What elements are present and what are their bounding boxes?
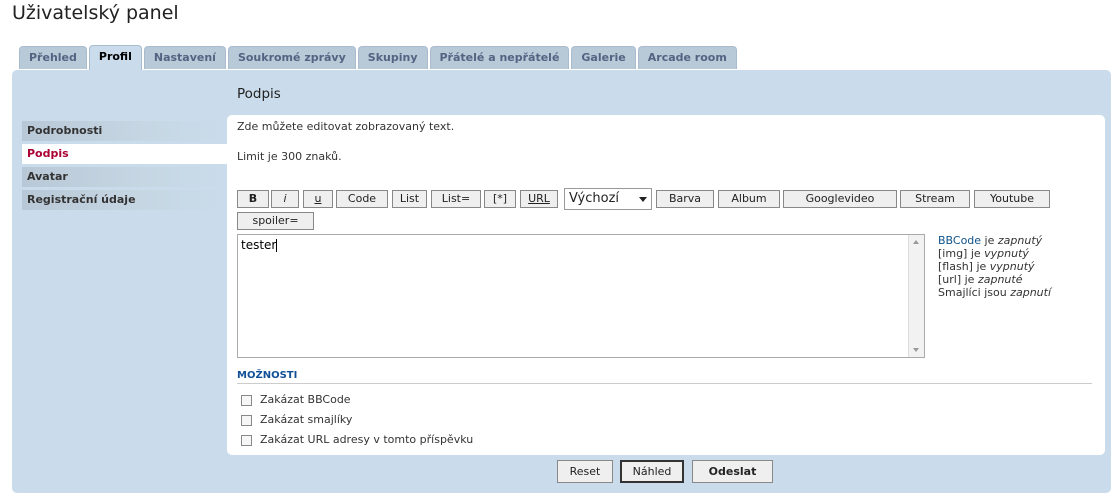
underline-button[interactable]: u (303, 190, 333, 208)
list-ordered-button[interactable]: List= (431, 190, 481, 208)
font-size-select[interactable]: Výchozí (564, 188, 652, 210)
tab-pratele[interactable]: Přátelé a nepřátelé (429, 46, 570, 69)
url-button[interactable]: URL (520, 190, 558, 208)
subnav-item-podpis[interactable]: Podpis (22, 144, 227, 164)
color-button[interactable]: Barva (656, 190, 714, 208)
checkbox[interactable] (241, 434, 252, 446)
content-box: Zde můžete editovat zobrazovaný text. Li… (227, 115, 1105, 455)
bold-button[interactable]: B (237, 190, 269, 208)
option-disable-bbcode[interactable]: Zakázat BBCode (241, 393, 351, 407)
list-button[interactable]: List (392, 190, 427, 208)
scroll-up-icon[interactable] (913, 240, 919, 244)
tab-skupiny[interactable]: Skupiny (357, 46, 428, 69)
subnav-item-avatar[interactable]: Avatar (22, 167, 227, 187)
chevron-down-icon (639, 197, 647, 202)
tab-prehled[interactable]: Přehled (19, 46, 87, 69)
scroll-down-icon[interactable] (913, 348, 919, 352)
album-button[interactable]: Album (718, 190, 780, 208)
code-button[interactable]: Code (336, 190, 388, 208)
checkbox[interactable] (241, 394, 252, 406)
subnav: Podrobnosti Podpis Avatar Registrační úd… (22, 121, 227, 213)
list-item-button[interactable]: [*] (484, 190, 516, 208)
divider (237, 383, 1092, 384)
stream-button[interactable]: Stream (900, 190, 970, 208)
section-title: Podpis (237, 86, 281, 102)
main-panel: Podpis Podrobnosti Podpis Avatar Registr… (12, 70, 1111, 493)
bbcode-status: BBCode je zapnutý [img] je vypnutý [flas… (938, 234, 1052, 299)
signature-text: tester (241, 238, 278, 252)
spoiler-button[interactable]: spoiler= (237, 212, 314, 230)
signature-textarea[interactable]: tester (237, 234, 925, 358)
tab-nastaveni[interactable]: Nastavení (143, 46, 226, 69)
tab-arcade-room[interactable]: Arcade room (637, 46, 737, 69)
tab-profil[interactable]: Profil (88, 45, 142, 70)
subnav-item-podrobnosti[interactable]: Podrobnosti (22, 121, 227, 141)
font-size-value: Výchozí (569, 191, 620, 206)
tab-galerie[interactable]: Galerie (571, 46, 636, 69)
tab-bar: Přehled Profil Nastavení Soukromé zprávy… (19, 45, 739, 70)
tab-soukrome-zpravy[interactable]: Soukromé zprávy (227, 46, 356, 69)
preview-button[interactable]: Náhled (620, 460, 684, 483)
subnav-item-registracni-udaje[interactable]: Registrační údaje (22, 190, 227, 210)
option-disable-smilies[interactable]: Zakázat smajlíky (241, 413, 352, 427)
intro-text: Zde můžete editovat zobrazovaný text. (237, 120, 455, 133)
limit-text: Limit je 300 znaků. (237, 150, 342, 163)
page-title: Uživatelský panel (12, 2, 179, 24)
reset-button[interactable]: Reset (557, 460, 613, 483)
googlevideo-button[interactable]: Googlevideo (783, 190, 897, 208)
checkbox[interactable] (241, 414, 252, 426)
submit-button[interactable]: Odeslat (692, 460, 773, 483)
bbcode-link[interactable]: BBCode (938, 234, 981, 247)
textarea-scrollbar[interactable] (908, 235, 924, 357)
youtube-button[interactable]: Youtube (974, 190, 1050, 208)
option-disable-urls[interactable]: Zakázat URL adresy v tomto příspěvku (241, 433, 473, 447)
options-heading: MOŽNOSTI (237, 370, 298, 381)
italic-button[interactable]: i (271, 190, 299, 208)
